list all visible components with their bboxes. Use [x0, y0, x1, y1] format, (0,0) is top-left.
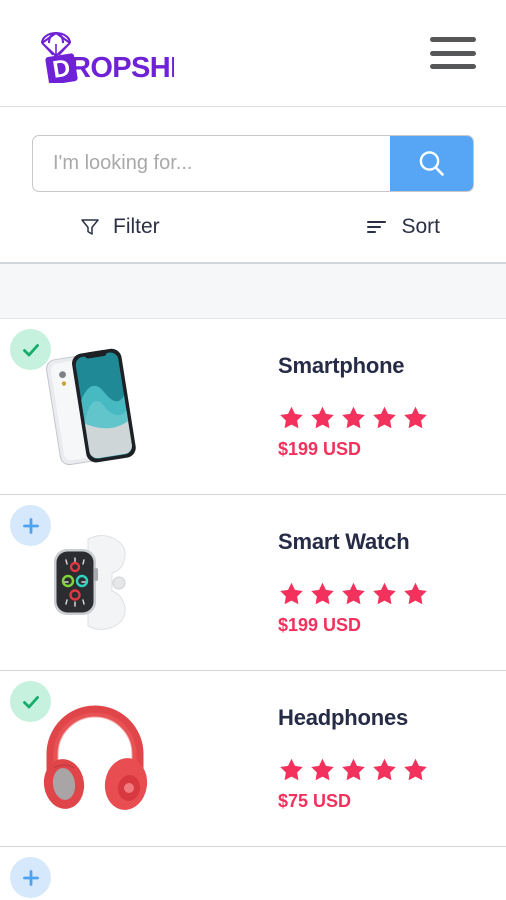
product-info: Smartphone $199 USD	[190, 353, 506, 460]
star-icon	[311, 406, 334, 429]
product-title: Headphones	[278, 705, 409, 730]
product-row[interactable]	[0, 847, 506, 900]
check-icon	[22, 343, 39, 356]
rating-stars	[278, 757, 506, 783]
search-input[interactable]	[33, 136, 390, 191]
sort-button[interactable]: Sort	[366, 215, 440, 239]
product-row[interactable]: Smart Watch $199 USD	[0, 495, 506, 671]
star-icon	[280, 582, 303, 605]
hamburger-bar	[430, 64, 476, 69]
plus-icon	[22, 869, 39, 886]
product-price: $199 USD	[278, 615, 362, 635]
search-icon	[419, 150, 444, 176]
search-submit-button[interactable]	[390, 136, 473, 191]
category-band	[0, 262, 506, 319]
select-toggle-badge[interactable]	[10, 681, 51, 722]
app-root: D ROPSHIP	[0, 0, 506, 900]
star-icon	[404, 582, 427, 605]
rating-stars	[278, 405, 506, 431]
svg-text:ROPSHIP: ROPSHIP	[70, 52, 174, 83]
rating-stars	[278, 581, 506, 607]
hamburger-menu-button[interactable]	[430, 37, 476, 69]
product-list: Smartphone $199 USD Smart Watch $199 USD…	[0, 319, 506, 900]
star-icon	[404, 758, 427, 781]
search-bar	[32, 135, 474, 192]
app-header: D ROPSHIP	[0, 0, 506, 107]
star-icon	[342, 582, 365, 605]
star-icon	[311, 758, 334, 781]
funnel-icon	[81, 219, 99, 235]
star-icon	[311, 582, 334, 605]
search-section	[0, 107, 506, 192]
filter-label: Filter	[113, 215, 160, 238]
product-info: Headphones $75 USD	[190, 705, 506, 812]
product-row[interactable]: Headphones $75 USD	[0, 671, 506, 847]
filter-sort-bar: Filter Sort	[0, 192, 506, 262]
smartphone-image	[46, 348, 136, 465]
product-row[interactable]: Smartphone $199 USD	[0, 319, 506, 495]
sort-label: Sort	[401, 215, 440, 238]
star-icon	[280, 758, 303, 781]
add-to-cart-badge[interactable]	[10, 857, 51, 898]
star-icon	[373, 406, 396, 429]
dropship-logo-icon: D ROPSHIP	[40, 31, 174, 83]
star-icon	[404, 406, 427, 429]
star-icon	[373, 758, 396, 781]
brand-logo[interactable]: D ROPSHIP	[22, 23, 174, 83]
filter-button[interactable]: Filter	[80, 215, 160, 239]
add-to-cart-badge[interactable]	[10, 505, 51, 546]
hamburger-bar	[430, 37, 476, 42]
product-title: Smart Watch	[278, 529, 410, 554]
product-price: $199 USD	[278, 439, 362, 459]
hamburger-bar	[430, 50, 476, 56]
sort-lines-icon	[367, 221, 387, 233]
star-icon	[342, 758, 365, 781]
product-title: Smartphone	[278, 353, 405, 378]
headphones-image	[43, 705, 148, 810]
check-icon	[22, 695, 39, 708]
plus-icon	[22, 517, 39, 534]
star-icon	[280, 406, 303, 429]
select-toggle-badge[interactable]	[10, 329, 51, 370]
product-info: Smart Watch $199 USD	[190, 529, 506, 636]
star-icon	[373, 582, 396, 605]
smartwatch-image	[54, 534, 126, 630]
star-icon	[342, 406, 365, 429]
product-price: $75 USD	[278, 791, 352, 811]
